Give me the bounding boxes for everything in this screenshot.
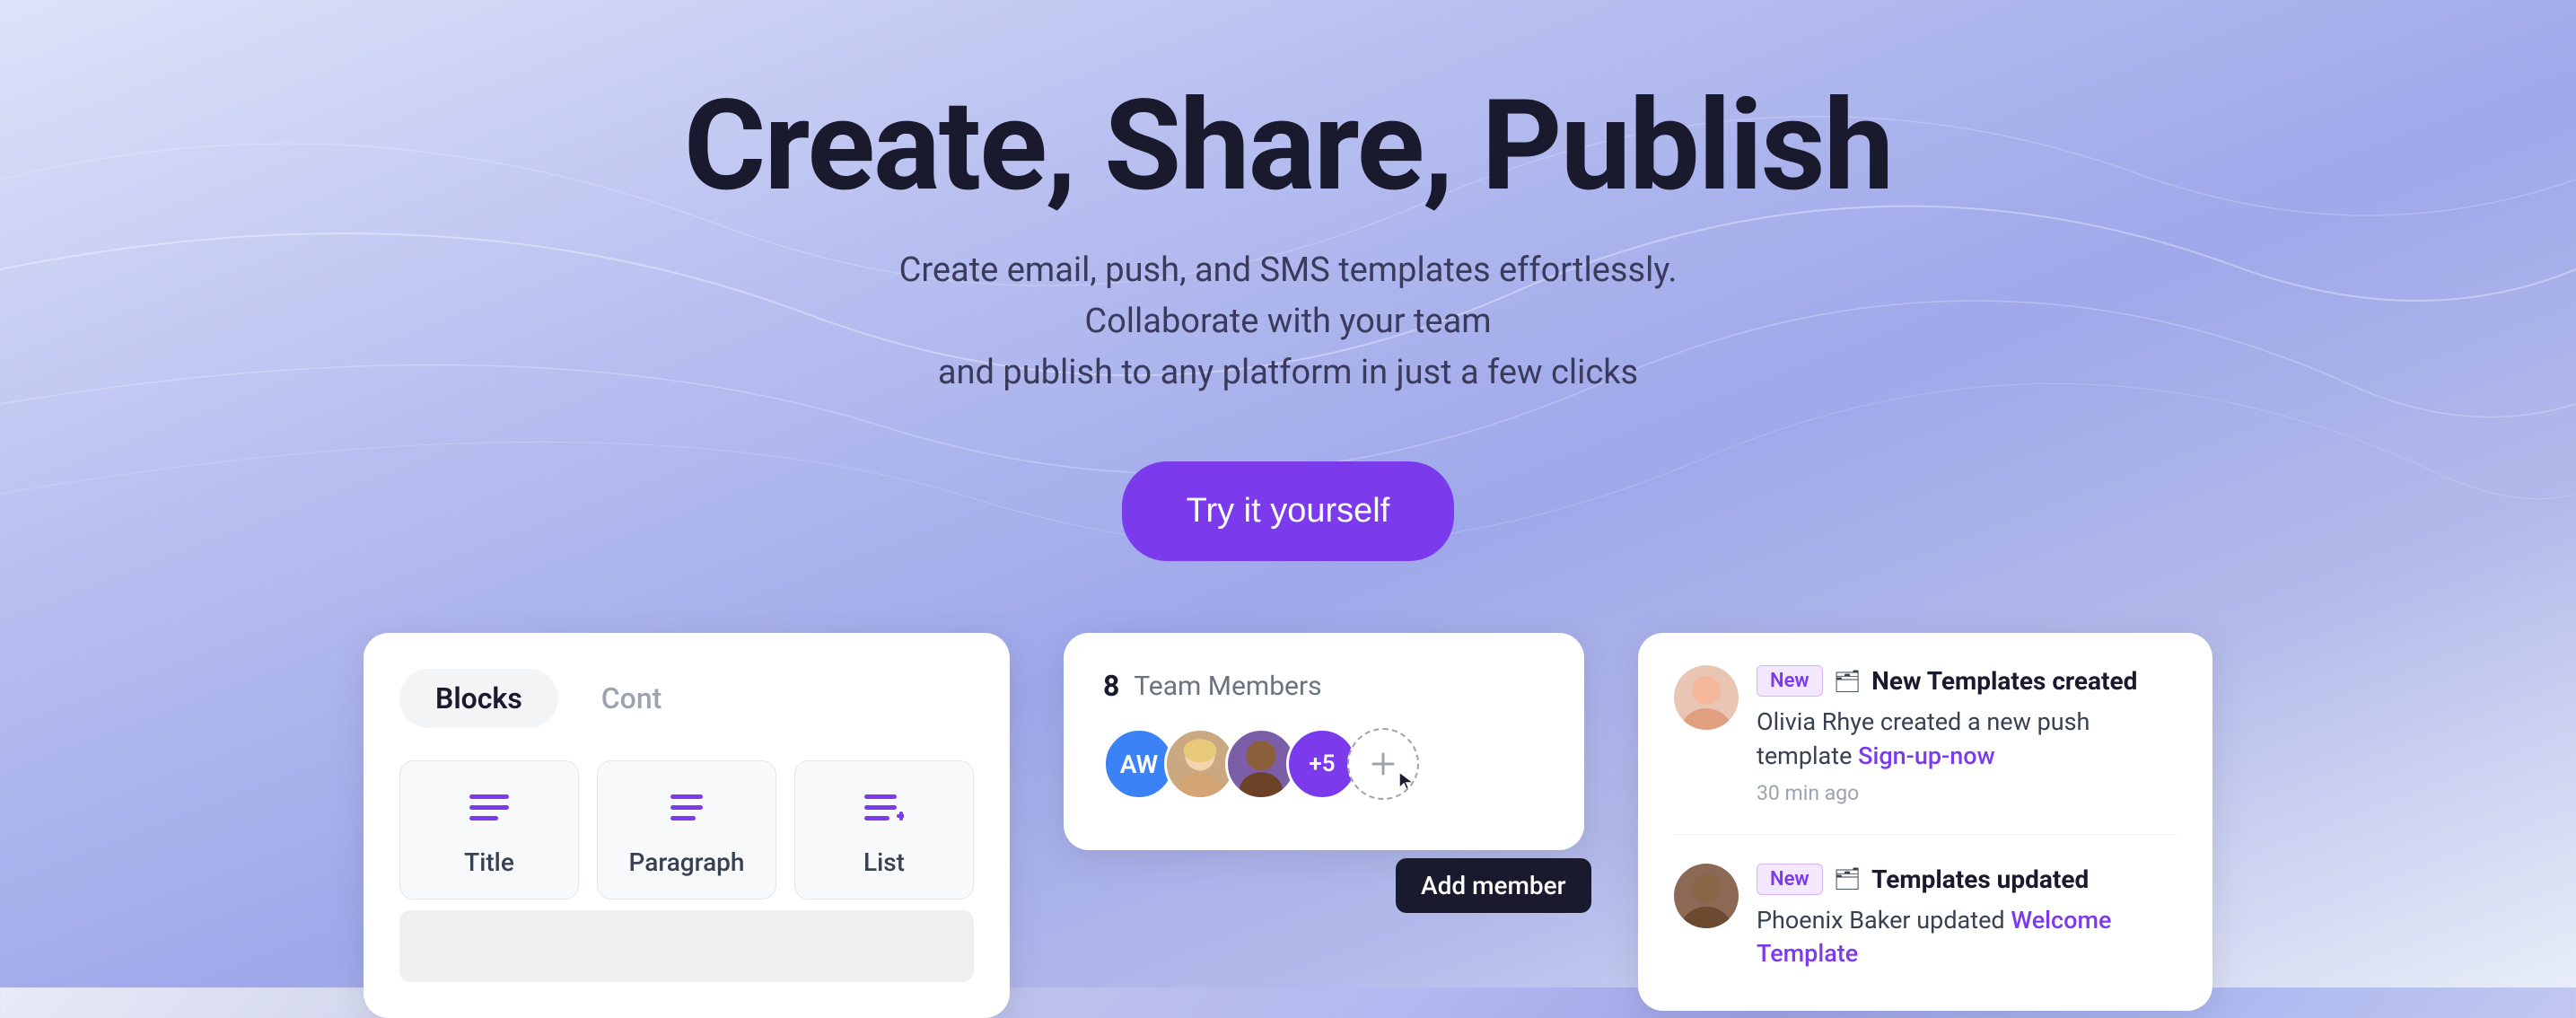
cursor-icon — [1396, 764, 1419, 800]
notif-avatar-2 — [1674, 864, 1739, 928]
editor-card: Blocks Cont Title — [364, 633, 1010, 1018]
paragraph-block-icon — [667, 786, 706, 833]
notif-text-1: Olivia Rhye created a new push template … — [1757, 706, 2177, 774]
notification-item-1: New 🗂 New Templates created Olivia Rhye … — [1674, 665, 2177, 805]
list-block-icon — [864, 786, 904, 833]
notif-avatar-1 — [1674, 665, 1739, 730]
team-card: 8 Team Members AW — [1064, 633, 1584, 850]
notif-title-1: New Templates created — [1871, 666, 2137, 696]
block-title-item[interactable]: Title — [399, 760, 579, 900]
notif-body-2: New 🗂 Templates updated Phoenix Baker up… — [1757, 864, 2177, 979]
main-content: Create, Share, Publish Create email, pus… — [0, 0, 2576, 1018]
tab-blocks[interactable]: Blocks — [399, 669, 558, 728]
block-list-label: List — [863, 847, 905, 877]
cta-button[interactable]: Try it yourself — [1122, 461, 1455, 561]
block-list-item[interactable]: List — [794, 760, 974, 900]
cards-row: Blocks Cont Title — [0, 633, 2576, 1018]
blocks-grid: Title Paragraph — [399, 760, 974, 900]
notif-link-1[interactable]: Sign-up-now — [1858, 742, 1995, 770]
notif-type-icon-1: 🗂 — [1834, 669, 1861, 694]
notif-type-icon-2: 🗂 — [1834, 866, 1861, 891]
editor-tabs: Blocks Cont — [399, 669, 974, 728]
block-paragraph-label: Paragraph — [629, 847, 745, 877]
notification-item-2: New 🗂 Templates updated Phoenix Baker up… — [1674, 864, 2177, 979]
tab-content[interactable]: Cont — [565, 669, 698, 728]
block-title-label: Title — [464, 847, 514, 877]
notif-title-2: Templates updated — [1871, 864, 2089, 894]
notif-badge-1: New — [1757, 665, 1823, 697]
notif-header-1: New 🗂 New Templates created — [1757, 665, 2177, 697]
add-member-tooltip: Add member — [1396, 858, 1591, 913]
notif-badge-2: New — [1757, 864, 1823, 895]
title-block-icon — [469, 786, 509, 833]
notif-divider — [1674, 834, 2177, 835]
team-count: 8 — [1103, 669, 1119, 703]
editor-preview — [399, 910, 974, 982]
notif-time-1: 30 min ago — [1757, 781, 2177, 805]
hero-subtitle: Create email, push, and SMS templates ef… — [839, 245, 1737, 399]
notif-header-2: New 🗂 Templates updated — [1757, 864, 2177, 895]
notif-body-1: New 🗂 New Templates created Olivia Rhye … — [1757, 665, 2177, 805]
notif-text-2: Phoenix Baker updated Welcome Template — [1757, 904, 2177, 972]
avatar-add[interactable] — [1347, 728, 1419, 800]
block-paragraph-item[interactable]: Paragraph — [597, 760, 776, 900]
team-header: 8 Team Members — [1103, 669, 1545, 703]
notifications-card: New 🗂 New Templates created Olivia Rhye … — [1638, 633, 2212, 1011]
avatars-row: AW +5 — [1103, 728, 1545, 800]
team-label: Team Members — [1134, 671, 1321, 702]
hero-title: Create, Share, Publish — [684, 81, 1893, 213]
